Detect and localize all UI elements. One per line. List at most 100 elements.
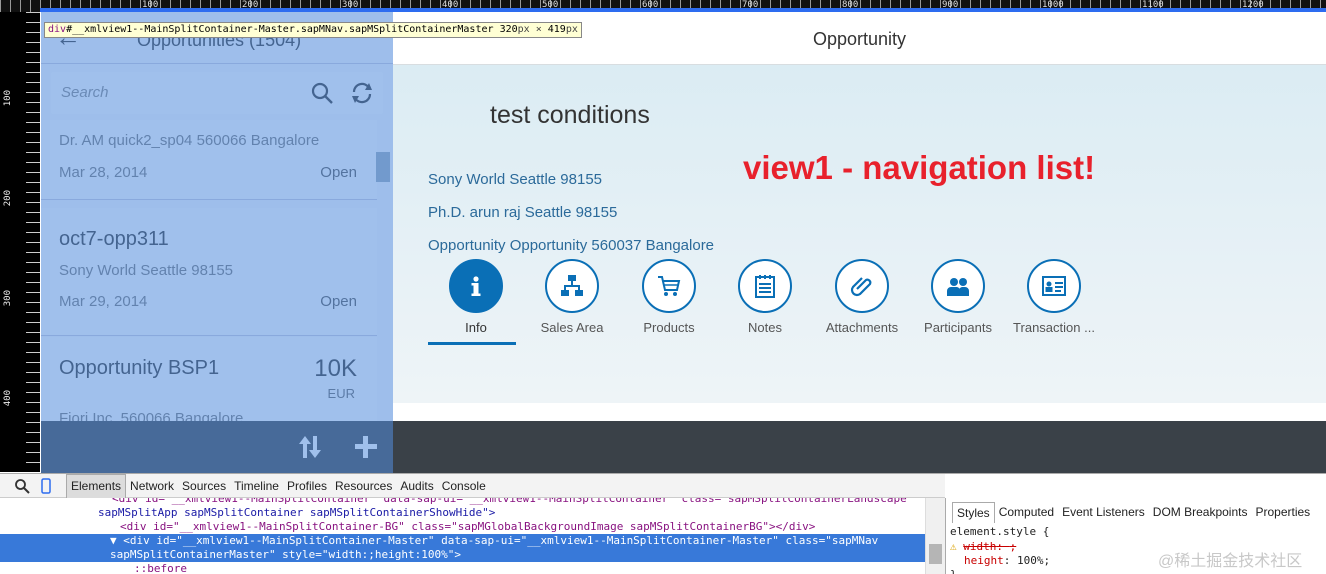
dom-scrollbar[interactable] [925,498,945,574]
search-field[interactable]: Search [51,72,383,114]
detail-footer [393,421,1326,473]
dom-node[interactable]: sapMSplitApp sapMSplitContainer sapMSpli… [0,506,925,520]
tab-profiles[interactable]: Profiles [283,474,331,498]
tab-products[interactable]: Products [621,259,717,345]
list-item-title: Opportunity BSP1 [59,357,220,379]
devtools-panel: Elements Network Sources Timeline Profil… [0,473,1326,574]
tab-label: Sales Area [540,320,604,335]
tooltip-tag: div [48,24,67,35]
list-item-status: Open [320,164,357,181]
list-scrollbar[interactable] [376,152,390,182]
master-footer [41,421,393,473]
list-item-description: Dr. AM quick2_sp04 560066 Bangalore [59,132,320,149]
element-inspect-tooltip: div#__xmlview1--MainSplitContainer-Maste… [44,22,582,38]
tab-event-listeners[interactable]: Event Listeners [1058,502,1149,523]
ruler-label: 500 [542,0,559,10]
tab-sales-area[interactable]: Sales Area [524,259,620,345]
ruler-top: 100 200 300 400 500 600 700 800 900 1000… [0,0,1326,12]
search-icon[interactable] [309,80,335,106]
ruler-label: 700 [742,0,759,10]
tab-dom-breakpoints[interactable]: DOM Breakpoints [1149,502,1252,523]
tab-timeline[interactable]: Timeline [230,474,283,498]
tab-label: Participants [924,320,992,335]
ruler-label: 100 [3,90,13,107]
list-item-date: Mar 28, 2014 [59,164,148,181]
info-icon [471,276,481,296]
dom-node[interactable]: <div id="__xmlview1--MainSplitContainer-… [0,520,925,534]
dom-pseudo[interactable]: ::before [0,562,925,574]
tab-label: Attachments [825,320,899,335]
tab-content-area [393,403,1326,421]
tab-console[interactable]: Console [438,474,490,498]
notes-icon [755,275,775,298]
tab-resources[interactable]: Resources [331,474,396,498]
tab-styles[interactable]: Styles [952,502,995,523]
tab-transaction[interactable]: Transaction ... [1006,259,1102,345]
group-icon [947,278,969,296]
tab-info[interactable]: Info [428,259,524,345]
tab-label: Info [465,320,487,335]
dom-node-selected[interactable]: ▼ <div id="__xmlview1--MainSplitContaine… [0,534,925,548]
ruler-label: 800 [842,0,859,10]
device-mode-icon[interactable] [38,478,54,494]
tab-network[interactable]: Network [126,474,178,498]
refresh-icon[interactable] [349,80,375,106]
ruler-label: 600 [642,0,659,10]
dom-node-selected[interactable]: sapMSplitContainerMaster" style="width:;… [0,548,925,562]
object-attribute[interactable]: Opportunity Opportunity 560037 Bangalore [428,237,714,254]
tooltip-selector: #__xmlview1--MainSplitContainer-Master.s… [66,24,494,35]
object-attribute[interactable]: Ph.D. arun raj Seattle 98155 [428,204,617,221]
style-prop-invalid[interactable]: ⚠ width: ; [950,540,1016,553]
search-placeholder: Search [61,84,109,101]
style-prop[interactable]: height: 100%; [950,554,1050,567]
master-header: ← Opportunities (1504) [41,12,393,64]
sidebar-tabs: Styles Computed Event Listeners DOM Brea… [952,502,1314,523]
dom-node[interactable]: <div id="__xmlview1--MainSplitContainer"… [0,498,925,506]
cart-icon [658,276,681,296]
master-pane: ← Opportunities (1504) Search Dr. AM qui… [41,12,393,473]
ruler-label: 100 [142,0,159,10]
add-icon[interactable] [353,434,379,460]
ruler-label: 900 [942,0,959,10]
tab-label: Notes [748,320,782,335]
object-attribute[interactable]: Sony World Seattle 98155 [428,171,602,188]
ruler-label: 300 [342,0,359,10]
list-item-date: Mar 29, 2014 [59,293,148,310]
list-item[interactable]: Dr. AM quick2_sp04 560066 Bangalore Mar … [41,120,377,200]
tab-sources[interactable]: Sources [178,474,230,498]
tab-participants[interactable]: Participants [910,259,1006,345]
sort-icon[interactable] [297,434,323,460]
list-item-description: Sony World Seattle 98155 [59,262,234,279]
tab-computed[interactable]: Computed [995,502,1058,523]
tooltip-width: 320 [499,24,518,35]
tab-elements[interactable]: Elements [66,474,127,498]
list-item-title: oct7-opp311 [59,228,169,250]
list-item[interactable]: Opportunity BSP1 10K EUR Fiori Inc. 5600… [41,337,377,427]
expand-triangle-icon[interactable]: ▼ [110,534,117,547]
list-item-amount: 10K [314,355,357,382]
inspect-search-icon[interactable] [14,478,30,494]
tab-notes[interactable]: Notes [717,259,813,345]
object-title: test conditions [490,101,650,129]
tab-label: Products [643,320,695,335]
card-icon [1042,276,1066,296]
ruler-label: 1200 [1242,0,1264,10]
tab-properties[interactable]: Properties [1251,502,1314,523]
tab-selected-indicator [428,342,516,345]
detail-pane: Opportunity test conditions Sony World S… [393,12,1326,473]
tooltip-height: 419 [547,24,566,35]
tab-attachments[interactable]: Attachments [814,259,910,345]
style-rule-close: } [950,568,957,574]
tab-audits[interactable]: Audits [396,474,437,498]
devtools-tabs: Elements Network Sources Timeline Profil… [66,474,490,498]
tooltip-times: × [535,24,542,35]
ruler-label: 1100 [1142,0,1164,10]
hierarchy-icon [561,275,583,296]
ruler-label: 1000 [1042,0,1064,10]
list-item[interactable]: oct7-opp311 Sony World Seattle 98155 Mar… [41,208,377,336]
devtools-toolbar: Elements Network Sources Timeline Profil… [0,474,945,498]
ruler-label: 200 [3,190,13,207]
paperclip-icon [850,277,872,297]
ruler-left: 100 200 300 400 [0,12,40,472]
object-header: test conditions Sony World Seattle 98155… [393,65,1326,403]
